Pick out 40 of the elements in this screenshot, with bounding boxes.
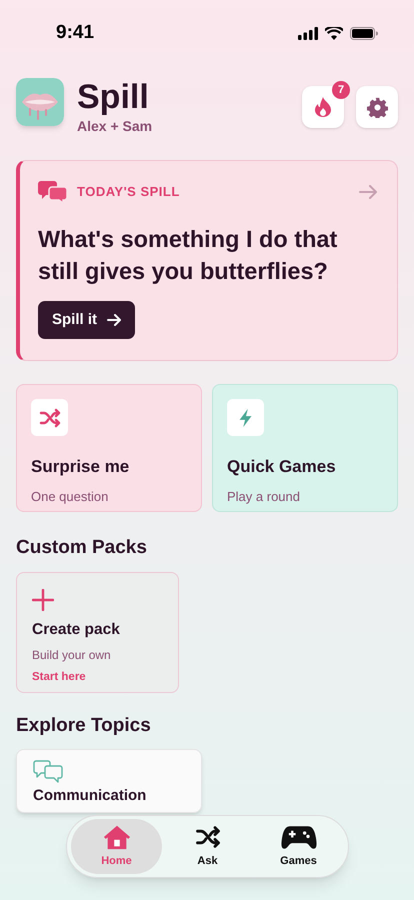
shuffle-icon [31, 399, 68, 436]
chat-bubbles-icon [33, 760, 63, 784]
topic-card[interactable]: Communication [16, 749, 202, 813]
action-title: Quick Games [227, 456, 337, 478]
start-here-link[interactable]: Start here [32, 668, 178, 686]
chat-bubbles-icon [38, 181, 67, 203]
arrow-right-icon [107, 314, 121, 326]
tab-item[interactable]: Games [253, 819, 344, 874]
action-card[interactable]: Quick Games Play a round [212, 384, 398, 512]
todays-spill-card[interactable]: TODAY'S SPILL What's something I do that still gives you butterflies? Spill it [16, 160, 398, 361]
topic-title: Communication [33, 786, 148, 806]
card-label: TODAY'S SPILL [77, 183, 180, 202]
streak-button[interactable] [302, 86, 344, 128]
lightning-icon [227, 399, 264, 436]
action-title: Surprise me [31, 456, 130, 478]
spill-it-button[interactable]: Spill it [38, 301, 135, 339]
couple-names: Alex + Sam [77, 117, 152, 136]
streak-badge: 7 [332, 81, 350, 99]
settings-icon [366, 96, 388, 118]
plus-icon [32, 588, 54, 610]
card-subtitle: Build your own [32, 646, 112, 664]
house-icon [102, 823, 130, 852]
lips-logo-icon [16, 78, 64, 126]
signal-icon [298, 26, 318, 40]
daily-question: What's something I do that still gives you butterflies? [38, 225, 338, 286]
create-pack-card[interactable]: Create pack Build your own Start here [16, 572, 179, 692]
section-heading: Explore Topics [16, 714, 152, 738]
card-title: Create pack [32, 620, 121, 640]
action-card[interactable]: Surprise me One question [16, 384, 202, 512]
battery-icon [350, 26, 378, 40]
action-subtitle: One question [31, 488, 110, 506]
app-title: Spill [77, 78, 150, 116]
arrow-right-icon [359, 185, 377, 199]
status-time: 9:41 [56, 20, 94, 45]
wifi-icon [325, 26, 343, 40]
action-subtitle: Play a round [227, 488, 301, 506]
settings-button[interactable] [356, 86, 398, 128]
flame-icon [315, 97, 331, 117]
tab-item[interactable]: Ask [162, 819, 253, 874]
section-heading: Custom Packs [16, 536, 148, 560]
